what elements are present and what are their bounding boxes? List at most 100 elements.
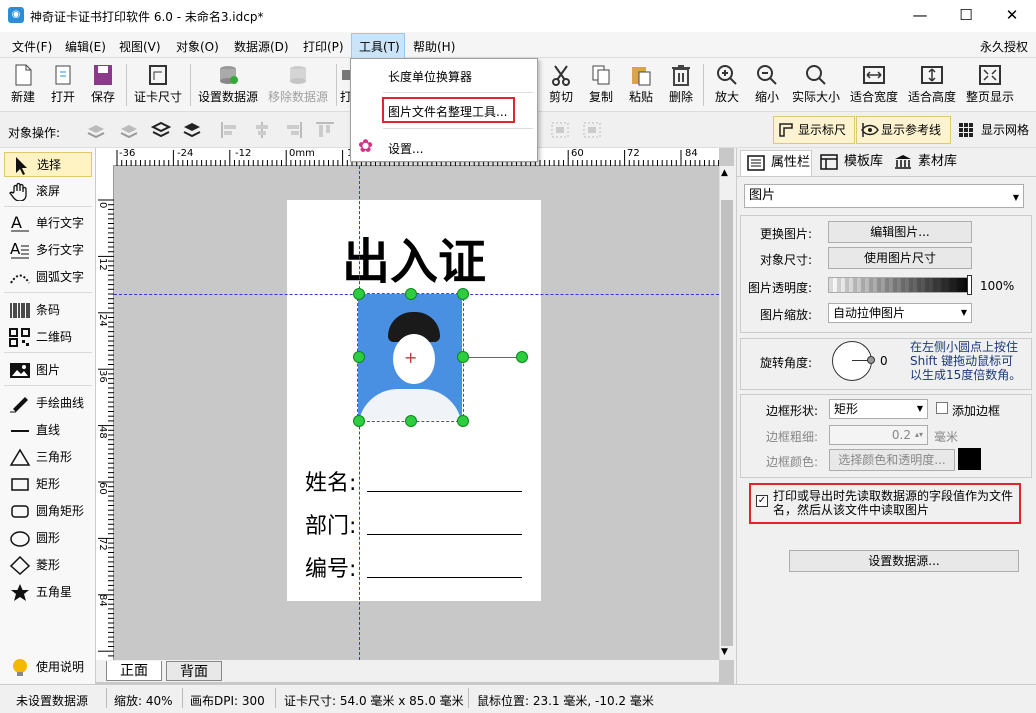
zoom-in-button[interactable]: 放大 [710, 62, 744, 110]
maximize-button[interactable]: ☐ [943, 0, 989, 32]
border-color-swatch[interactable] [958, 448, 981, 470]
resize-handle-n[interactable] [405, 288, 417, 300]
fit-page-button[interactable]: 整页显示 [964, 62, 1016, 110]
menu-item-unit-converter[interactable]: 长度单位换算器 [388, 68, 472, 85]
tool-image[interactable]: 图片 [4, 358, 92, 383]
tool-rectangle[interactable]: 矩形 [4, 472, 92, 497]
minimize-button[interactable]: — [897, 0, 943, 32]
set-datasource-panel-button[interactable]: 设置数据源... [789, 550, 1019, 572]
layer-top-icon[interactable] [182, 121, 202, 139]
align-top-icon[interactable] [315, 121, 335, 139]
layer-up-icon[interactable] [151, 121, 171, 139]
help-guide-button[interactable]: 使用说明 [4, 655, 92, 680]
layer-down-icon[interactable] [119, 121, 139, 139]
use-image-size-button[interactable]: 使用图片尺寸 [828, 247, 972, 269]
distribute-h-icon[interactable] [550, 121, 570, 139]
align-left-icon[interactable] [220, 121, 240, 139]
menu-item-filename-tool[interactable]: 图片文件名整理工具... [388, 103, 507, 120]
menu-view[interactable]: 视图(V) [117, 38, 163, 55]
menu-datasource[interactable]: 数据源(D) [232, 38, 291, 55]
tab-properties[interactable]: 属性栏 [740, 150, 812, 176]
resize-handle-s[interactable] [405, 415, 417, 427]
card-field-number-line[interactable] [367, 577, 522, 578]
card-size-button[interactable]: 证卡尺寸 [132, 62, 184, 110]
paste-button[interactable]: 粘贴 [626, 62, 656, 110]
delete-button[interactable]: 删除 [666, 62, 696, 110]
show-grid-button[interactable]: 显示网格 [956, 116, 1029, 144]
tool-barcode[interactable]: 条码 [4, 298, 92, 323]
menu-print[interactable]: 打印(P) [301, 38, 346, 55]
datasource-checkbox[interactable]: ✓ [756, 495, 768, 507]
rotate-dial[interactable] [832, 341, 872, 381]
opacity-slider-thumb[interactable] [967, 275, 972, 295]
scroll-up-icon[interactable]: ▲ [721, 168, 728, 178]
canvas-scroll-thumb[interactable] [721, 200, 733, 646]
resize-handle-nw[interactable] [353, 288, 365, 300]
tool-qrcode[interactable]: 二维码 [4, 325, 92, 350]
tab-templates[interactable]: 模板库 [814, 150, 886, 176]
close-button[interactable]: ✕ [989, 0, 1035, 32]
remove-datasource-button[interactable]: 移除数据源 [266, 62, 330, 110]
tool-multi-text[interactable]: A 多行文字 [4, 238, 92, 263]
show-ruler-button[interactable]: 显示标尺 [773, 116, 855, 144]
menu-object[interactable]: 对象(O) [174, 38, 221, 55]
copy-button[interactable]: 复制 [586, 62, 616, 110]
card-field-number[interactable]: 编号: [305, 551, 356, 583]
tool-rounded-rect[interactable]: 圆角矩形 [4, 499, 92, 524]
align-right-icon[interactable] [283, 121, 303, 139]
card-field-dept-line[interactable] [367, 534, 522, 535]
cut-button[interactable]: 剪切 [546, 62, 576, 110]
set-datasource-button[interactable]: 设置数据源 [196, 62, 260, 110]
scale-select[interactable]: 自动拉伸图片 ▼ [828, 303, 972, 323]
menu-help[interactable]: 帮助(H) [411, 38, 457, 55]
rotate-handle[interactable] [516, 351, 528, 363]
resize-handle-w[interactable] [353, 351, 365, 363]
tool-triangle[interactable]: 三角形 [4, 445, 92, 470]
tab-front[interactable]: 正面 [106, 661, 162, 681]
tool-arc-text[interactable]: 圆弧文字 [4, 265, 92, 290]
menu-edit[interactable]: 编辑(E) [63, 38, 108, 55]
card-title[interactable]: 出入证 [287, 222, 541, 292]
resize-handle-sw[interactable] [353, 415, 365, 427]
open-button[interactable]: 打开 [46, 62, 80, 110]
fit-height-button[interactable]: 适合高度 [906, 62, 958, 110]
scroll-down-icon[interactable]: ▼ [721, 647, 728, 657]
resize-handle-ne[interactable] [457, 288, 469, 300]
save-button[interactable]: 保存 [86, 62, 120, 110]
tool-diamond[interactable]: 菱形 [4, 553, 92, 578]
tool-select[interactable]: 选择 [4, 152, 92, 177]
add-border-checkbox[interactable] [936, 402, 948, 414]
tool-freehand[interactable]: 手绘曲线 [4, 391, 92, 416]
align-center-icon[interactable] [252, 121, 272, 139]
tool-pan[interactable]: 滚屏 [4, 179, 92, 204]
tool-line[interactable]: 直线 [4, 418, 92, 443]
actual-size-button[interactable]: 实际大小 [790, 62, 842, 110]
tool-circle[interactable]: 圆形 [4, 526, 92, 551]
menu-tools[interactable]: 工具(T) [357, 38, 402, 55]
rotate-dial-knob[interactable] [867, 356, 875, 364]
edit-image-button[interactable]: 编辑图片... [828, 221, 972, 243]
menu-item-settings[interactable]: 设置... [388, 140, 423, 157]
tool-single-text[interactable]: A 单行文字 [4, 211, 92, 236]
layer-bottom-icon[interactable] [86, 121, 106, 139]
tab-materials[interactable]: 素材库 [888, 150, 960, 176]
resize-handle-se[interactable] [457, 415, 469, 427]
resize-handle-e[interactable] [457, 351, 469, 363]
zoom-out-button[interactable]: 缩小 [750, 62, 784, 110]
border-shape-select[interactable]: 矩形 ▼ [829, 399, 928, 419]
card-field-name[interactable]: 姓名: [305, 465, 356, 497]
object-type-select[interactable]: 图片 ▼ [744, 184, 1024, 208]
new-button[interactable]: 新建 [6, 62, 40, 110]
tab-back[interactable]: 背面 [166, 661, 222, 681]
show-guides-button[interactable]: 显示参考线 [856, 116, 951, 144]
tool-star[interactable]: 五角星 [4, 580, 92, 605]
menu-file[interactable]: 文件(F) [10, 38, 54, 55]
opacity-slider[interactable] [828, 277, 972, 293]
border-color-button[interactable]: 选择颜色和透明度... [829, 449, 955, 471]
border-width-input[interactable]: 0.2 ▴▾ [829, 425, 928, 445]
fit-width-button[interactable]: 适合宽度 [848, 62, 900, 110]
distribute-v-icon[interactable] [582, 121, 602, 139]
center-cross-icon[interactable]: + [404, 350, 417, 366]
card-field-dept[interactable]: 部门: [305, 508, 356, 540]
card-field-name-line[interactable] [367, 491, 522, 492]
